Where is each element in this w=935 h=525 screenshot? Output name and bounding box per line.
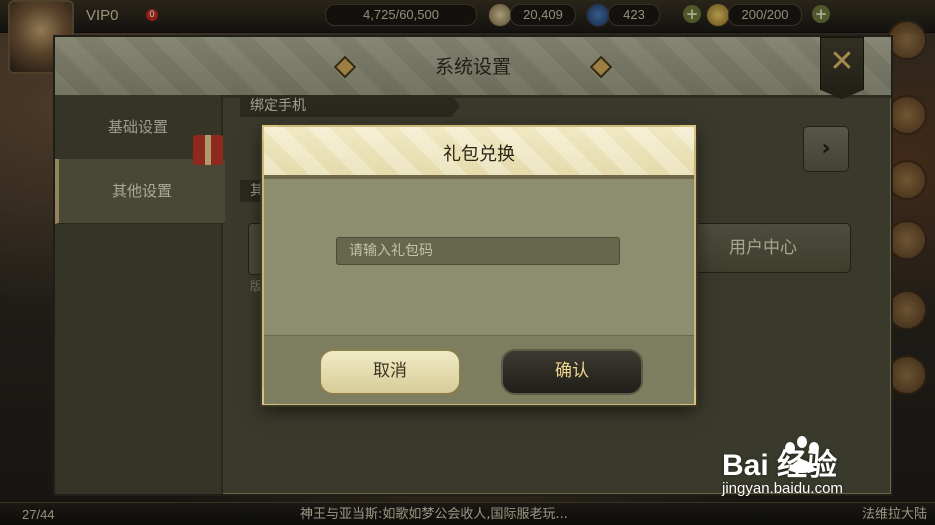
watermark-url: jingyan.baidu.com: [722, 480, 843, 497]
gift-redeem-dialog: 礼包兑换 取消 确认: [262, 125, 696, 405]
dialog-header: 礼包兑换: [264, 127, 694, 179]
baidu-jingyan-watermark: Bai 经验 jingyan.baidu.com: [722, 436, 922, 505]
cancel-button[interactable]: 取消: [319, 349, 461, 395]
dialog-title: 礼包兑换: [443, 144, 515, 165]
confirm-button[interactable]: 确认: [501, 349, 643, 395]
corner-ornament-icon: [262, 125, 278, 141]
gift-code-input[interactable]: [336, 237, 620, 265]
paw-logo-icon: [785, 436, 819, 473]
corner-ornament-icon: [680, 125, 696, 141]
